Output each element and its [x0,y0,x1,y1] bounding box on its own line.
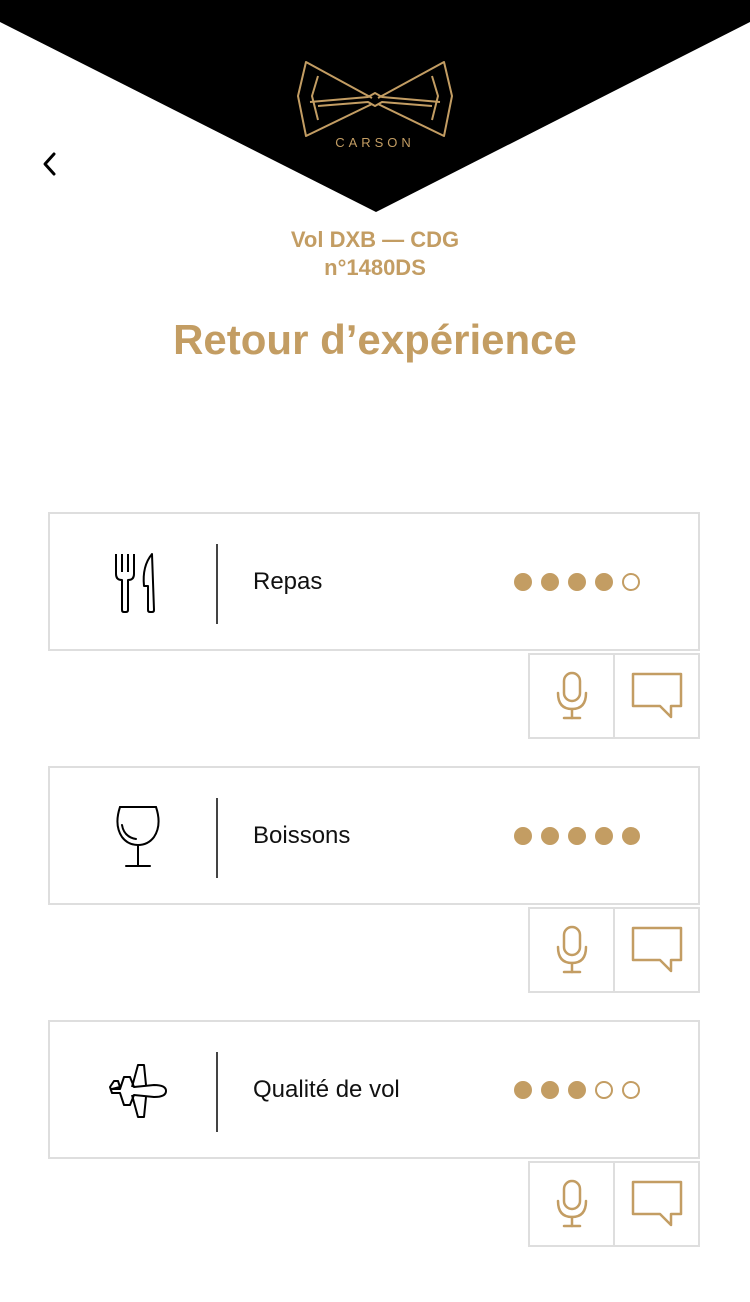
star-rating [514,573,640,591]
card-divider [216,1052,218,1132]
speech-bubble-icon [631,672,682,719]
comment-button[interactable] [613,1161,700,1247]
rating-card-qualite-de-vol: Qualité de vol [48,1020,700,1159]
star-rating [514,1081,640,1099]
rating-dot[interactable] [595,573,613,591]
rating-dot[interactable] [514,1081,532,1099]
rating-dot[interactable] [568,573,586,591]
rating-dot[interactable] [595,827,613,845]
rating-dot[interactable] [514,827,532,845]
microphone-icon [556,1179,587,1228]
flight-route: Vol DXB — CDG [290,227,460,252]
voice-feedback-button[interactable] [528,1161,615,1247]
category-label: Repas [253,568,323,595]
flight-number: n°1480DS [324,255,426,280]
rating-dot[interactable] [514,573,532,591]
rating-dot[interactable] [622,1081,640,1099]
rating-dot[interactable] [541,827,559,845]
microphone-icon [556,671,587,720]
speech-bubble-icon [631,926,682,973]
category-label: Boissons [253,822,351,849]
chevron-left-icon [43,152,56,176]
microphone-icon [556,925,587,974]
comment-button[interactable] [613,653,700,739]
airplane-icon [109,1064,167,1118]
wine-glass-icon [116,806,160,867]
star-rating [514,827,640,845]
card-divider [216,544,218,624]
page-title: Retour d’expérience [173,316,577,363]
voice-feedback-button[interactable] [528,907,615,993]
category-label: Qualité de vol [253,1076,400,1103]
card-divider [216,798,218,878]
rating-dot[interactable] [568,827,586,845]
speech-bubble-icon [631,1180,682,1227]
cutlery-icon [115,553,155,613]
voice-feedback-button[interactable] [528,653,615,739]
brand-name: CARSON [335,135,415,150]
rating-dot[interactable] [595,1081,613,1099]
comment-button[interactable] [613,907,700,993]
rating-dot[interactable] [568,1081,586,1099]
rating-dot[interactable] [541,1081,559,1099]
rating-dot[interactable] [622,827,640,845]
back-button[interactable] [28,142,72,186]
rating-dot[interactable] [541,573,559,591]
rating-dot[interactable] [622,573,640,591]
rating-card-boissons: Boissons [48,766,700,905]
rating-card-repas: Repas [48,512,700,651]
